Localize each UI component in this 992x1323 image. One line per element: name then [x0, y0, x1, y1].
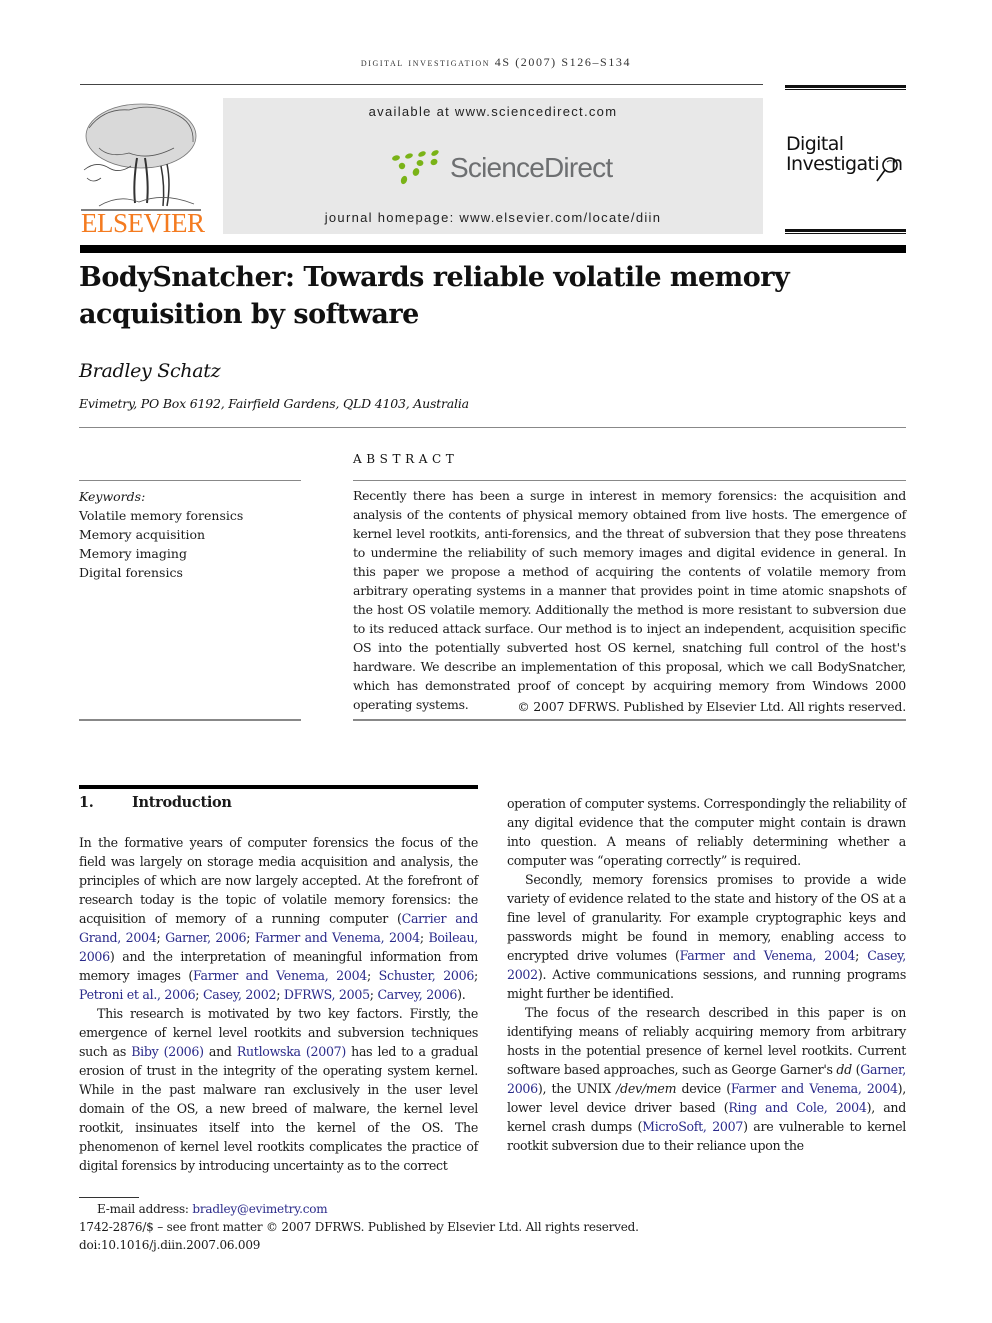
header-thick-rule: [80, 245, 906, 253]
section-heading: 1. Introduction: [79, 794, 232, 811]
keywords-label: Keywords:: [79, 489, 146, 504]
author-affiliation: Evimetry, PO Box 6192, Fairfield Gardens…: [79, 396, 469, 411]
section-number: 1.: [79, 794, 94, 811]
keyword-item: Digital forensics: [79, 565, 183, 580]
author-email-link[interactable]: bradley@evimetry.com: [192, 1202, 327, 1216]
citation-link[interactable]: Farmer and Venema, 2004: [680, 948, 856, 963]
title-block-rule: [79, 427, 906, 428]
article-title: BodySnatcher: Towards reliable volatile …: [79, 262, 790, 330]
available-at-link[interactable]: available at www.sciencedirect.com: [223, 104, 763, 119]
text-run: ), the UNIX: [537, 1081, 617, 1096]
sciencedirect-dots-icon: [392, 150, 439, 185]
sciencedirect-wordmark: ScienceDirect: [450, 152, 613, 183]
citation-link[interactable]: DFRWS, 2005: [284, 987, 370, 1002]
paragraph: The focus of the research described in t…: [507, 1003, 906, 1155]
section-title: Introduction: [132, 794, 232, 811]
text-run: ;: [855, 948, 868, 963]
citation-link[interactable]: Casey, 2002: [203, 987, 277, 1002]
sciencedirect-logo[interactable]: ScienceDirect: [390, 148, 613, 188]
citation-link[interactable]: Rutlowska (2007): [237, 1044, 346, 1059]
author-name: Bradley Schatz: [79, 360, 221, 382]
paragraph-continued: operation of computer systems. Correspon…: [507, 796, 906, 868]
abstract-bottom-rule: [353, 719, 906, 721]
footnote: E-mail address: bradley@evimetry.com 174…: [79, 1200, 639, 1254]
paragraph: Secondly, memory forensics promises to p…: [507, 870, 906, 1003]
text-run: device (: [676, 1081, 732, 1096]
text-run-italic: /dev/mem: [616, 1081, 677, 1096]
citation-link[interactable]: Farmer and Venema, 2004: [731, 1081, 898, 1096]
keywords-top-rule: [79, 480, 301, 481]
email-label: E-mail address:: [97, 1202, 193, 1216]
paragraph: In the formative years of computer foren…: [79, 833, 478, 1004]
citation-link[interactable]: Garner, 2006: [165, 930, 247, 945]
citation-link[interactable]: Farmer and Venema, 2004: [193, 968, 367, 983]
journal-logo-line2: Investigati: [786, 153, 880, 175]
text-run: and: [203, 1044, 237, 1059]
elsevier-wordmark: ELSEVIER: [81, 208, 205, 238]
paragraph: This research is motivated by two key fa…: [79, 1004, 478, 1175]
running-head: digital investigation 4S (2007) S126–S13…: [360, 55, 632, 69]
keywords-bottom-rule: [79, 719, 301, 721]
text-run: ).: [457, 987, 466, 1002]
abstract-top-rule: [353, 480, 906, 481]
text-run-italic: dd: [836, 1062, 852, 1077]
sciencedirect-banner: available at www.sciencedirect.com Scien…: [223, 98, 763, 234]
front-matter-line: 1742-2876/$ – see front matter © 2007 DF…: [79, 1220, 639, 1234]
citation-link[interactable]: Farmer and Venema, 2004: [255, 930, 420, 945]
header-top-rule: [80, 84, 763, 85]
magnifying-glass-icon: [876, 157, 898, 182]
journal-homepage-link[interactable]: journal homepage: www.elsevier.com/locat…: [223, 210, 763, 225]
text-run: ;: [195, 987, 203, 1002]
footnote-rule: [79, 1197, 139, 1198]
section-rule: [79, 785, 478, 789]
abstract-text: Recently there has been a surge in inter…: [353, 488, 906, 712]
journal-logo-top-rule: [785, 85, 906, 90]
doi-line[interactable]: doi:10.1016/j.diin.2007.06.009: [79, 1236, 639, 1254]
citation-link[interactable]: Carvey, 2006: [377, 987, 457, 1002]
citation-link[interactable]: Petroni et al., 2006: [79, 987, 196, 1002]
journal-logo-line1: Digital: [786, 133, 844, 155]
keywords-list: Keywords: Volatile memory forensics Memo…: [79, 487, 243, 582]
citation-link[interactable]: Ring and Cole, 2004: [728, 1100, 867, 1115]
text-run: ;: [474, 968, 478, 983]
text-run: ;: [246, 930, 255, 945]
text-run: ;: [276, 987, 284, 1002]
body-column-left: In the formative years of computer foren…: [79, 833, 478, 1175]
citation-link[interactable]: Biby (2006): [131, 1044, 204, 1059]
citation-link[interactable]: MicroSoft, 2007: [642, 1119, 743, 1134]
text-run: ). Active communications sessions, and r…: [507, 967, 906, 1001]
journal-logo-bottom-rule: [785, 229, 906, 234]
body-column-right: operation of computer systems. Correspon…: [507, 794, 906, 1155]
citation-link[interactable]: Schuster, 2006: [379, 968, 475, 983]
keyword-item: Volatile memory forensics: [79, 508, 244, 523]
text-run: ;: [156, 930, 166, 945]
text-run: has led to a gradual erosion of trust in…: [79, 1044, 479, 1173]
abstract-heading: ABSTRACT: [353, 452, 459, 466]
keyword-item: Memory imaging: [79, 546, 187, 561]
keyword-item: Memory acquisition: [79, 527, 206, 542]
abstract-copyright: © 2007 DFRWS. Published by Elsevier Ltd.…: [517, 699, 906, 714]
text-run: ;: [367, 968, 379, 983]
